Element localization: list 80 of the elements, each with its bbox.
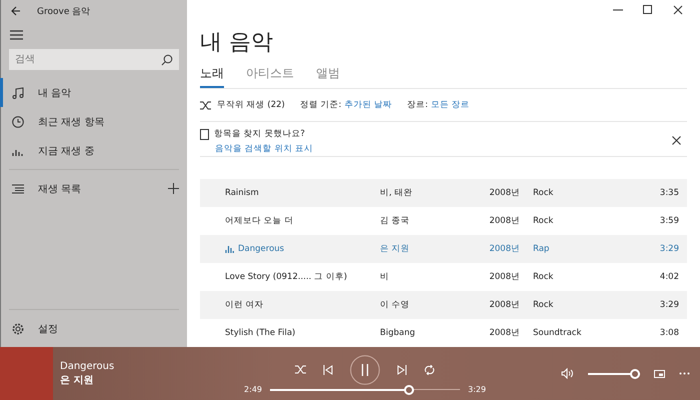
nav-item[interactable]: 지금 재생 중 [0, 136, 187, 165]
plus-icon[interactable] [168, 183, 179, 194]
song-row[interactable]: Stylish (The Fila) Bigbang 2008년 Soundtrack 3:08 [200, 319, 687, 347]
tab[interactable]: 노래 [200, 63, 224, 88]
year-cell-text: 2008년 [488, 243, 520, 255]
genre-cell-text: Soundtrack [532, 328, 582, 338]
search-icon[interactable] [161, 54, 173, 66]
duration-cell-text: 4:02 [658, 272, 680, 282]
artist-cell-text: 비 [380, 271, 390, 283]
genre-cell-text: Rock [532, 188, 554, 198]
song-row[interactable]: Love Story (0912..... 그 이후) 비 2008년 Rock 4:02 [200, 263, 687, 291]
track-title: Dangerous [60, 360, 116, 372]
music-note-icon [12, 86, 24, 98]
song-title: Love Story (0912..... 그 이후) [225, 271, 348, 283]
back-arrow-icon[interactable] [11, 6, 21, 16]
song-row[interactable]: 이런 여자 이 수영 2008년 Rock 3:29 [200, 291, 687, 319]
song-row[interactable]: Rainism 비, 태완 2008년 Rock 3:35 [200, 179, 687, 207]
year-cell-text: 2008년 [488, 327, 520, 339]
duration-cell-text: 3:59 [658, 216, 680, 226]
music-location-link[interactable]: 음악을 검색할 위치 표시 [215, 143, 314, 156]
tab[interactable]: 앨범 [316, 63, 340, 88]
artist-cell-text: 비, 태완 [380, 187, 414, 199]
next-icon[interactable] [397, 364, 407, 374]
genre-link[interactable]: 모든 장르 [431, 99, 470, 112]
previous-icon[interactable] [323, 364, 333, 374]
tablet-icon [200, 128, 209, 140]
duration-cell-text: 3:29 [658, 244, 680, 254]
equalizer-bars-icon [225, 245, 234, 253]
genre-cell-text: Rock [532, 216, 554, 226]
page-title: 내 음악 [200, 29, 274, 58]
genre-cell-text: Rap [532, 244, 550, 254]
total-time: 3:29 [468, 385, 486, 394]
settings-item[interactable]: 설정 [0, 314, 187, 343]
sort-link[interactable]: 추가된 날짜 [344, 99, 392, 112]
song-row[interactable]: Dangerous 은 지원 2008년 Rap 3:29 [200, 235, 687, 263]
song-title: Dangerous [238, 244, 284, 254]
duration-cell-text: 3:29 [658, 300, 680, 310]
genre-cell-text: Rock [532, 300, 554, 310]
pause-button-icon[interactable] [350, 354, 380, 384]
year-cell-text: 2008년 [488, 215, 520, 227]
list-icon [12, 184, 24, 194]
settings-icon [12, 322, 24, 334]
more-icon[interactable] [679, 372, 690, 375]
track-artist: 은 지원 [60, 374, 94, 386]
artist-cell-text: Bigbang [380, 328, 416, 338]
song-title: 이런 여자 [225, 299, 264, 311]
search-field[interactable]: 검색 [9, 49, 179, 70]
shuffle-icon [200, 100, 211, 110]
nav-item[interactable]: 최근 재생 항목 [0, 107, 187, 136]
close-icon[interactable] [672, 136, 681, 146]
song-title: Rainism [225, 188, 259, 198]
artist-cell-text: 은 지원 [380, 243, 411, 255]
year-cell-text: 2008년 [488, 187, 520, 199]
song-title: 어제보다 오늘 더 [225, 215, 294, 227]
sort-label: 정렬 기준: [300, 99, 342, 112]
shuffle-button[interactable]: 무작위 재생 (22) [200, 99, 285, 112]
repeat-icon[interactable] [424, 364, 435, 374]
tab[interactable]: 아티스트 [246, 63, 294, 88]
clock-icon [12, 116, 24, 128]
mini-view-icon[interactable] [654, 370, 665, 378]
duration-cell-text: 3:08 [658, 328, 680, 338]
artist-cell-text: 김 종국 [380, 215, 411, 227]
genre-cell-text: Rock [532, 272, 554, 282]
speaker-icon[interactable] [561, 368, 574, 379]
maximize-icon[interactable] [643, 4, 653, 15]
menu-icon[interactable] [10, 30, 23, 40]
elapsed-time: 2:49 [244, 385, 262, 394]
album-art-placeholder [0, 347, 53, 400]
close-icon[interactable] [673, 4, 683, 15]
genre-label: 장르: [407, 99, 428, 112]
year-cell-text: 2008년 [488, 299, 520, 311]
shuffle-icon[interactable] [295, 365, 306, 374]
playlists-item[interactable]: 재생 목록 [0, 174, 187, 203]
notice-text: 항목을 찾지 못했나요? [214, 128, 305, 140]
year-cell-text: 2008년 [488, 271, 520, 283]
duration-cell-text: 3:35 [658, 188, 680, 198]
app-title: Groove 음악 [37, 6, 90, 18]
song-row[interactable]: 어제보다 오늘 더 김 종국 2008년 Rock 3:59 [200, 207, 687, 235]
artist-cell-text: 이 수영 [380, 299, 411, 311]
song-title: Stylish (The Fila) [225, 328, 296, 338]
